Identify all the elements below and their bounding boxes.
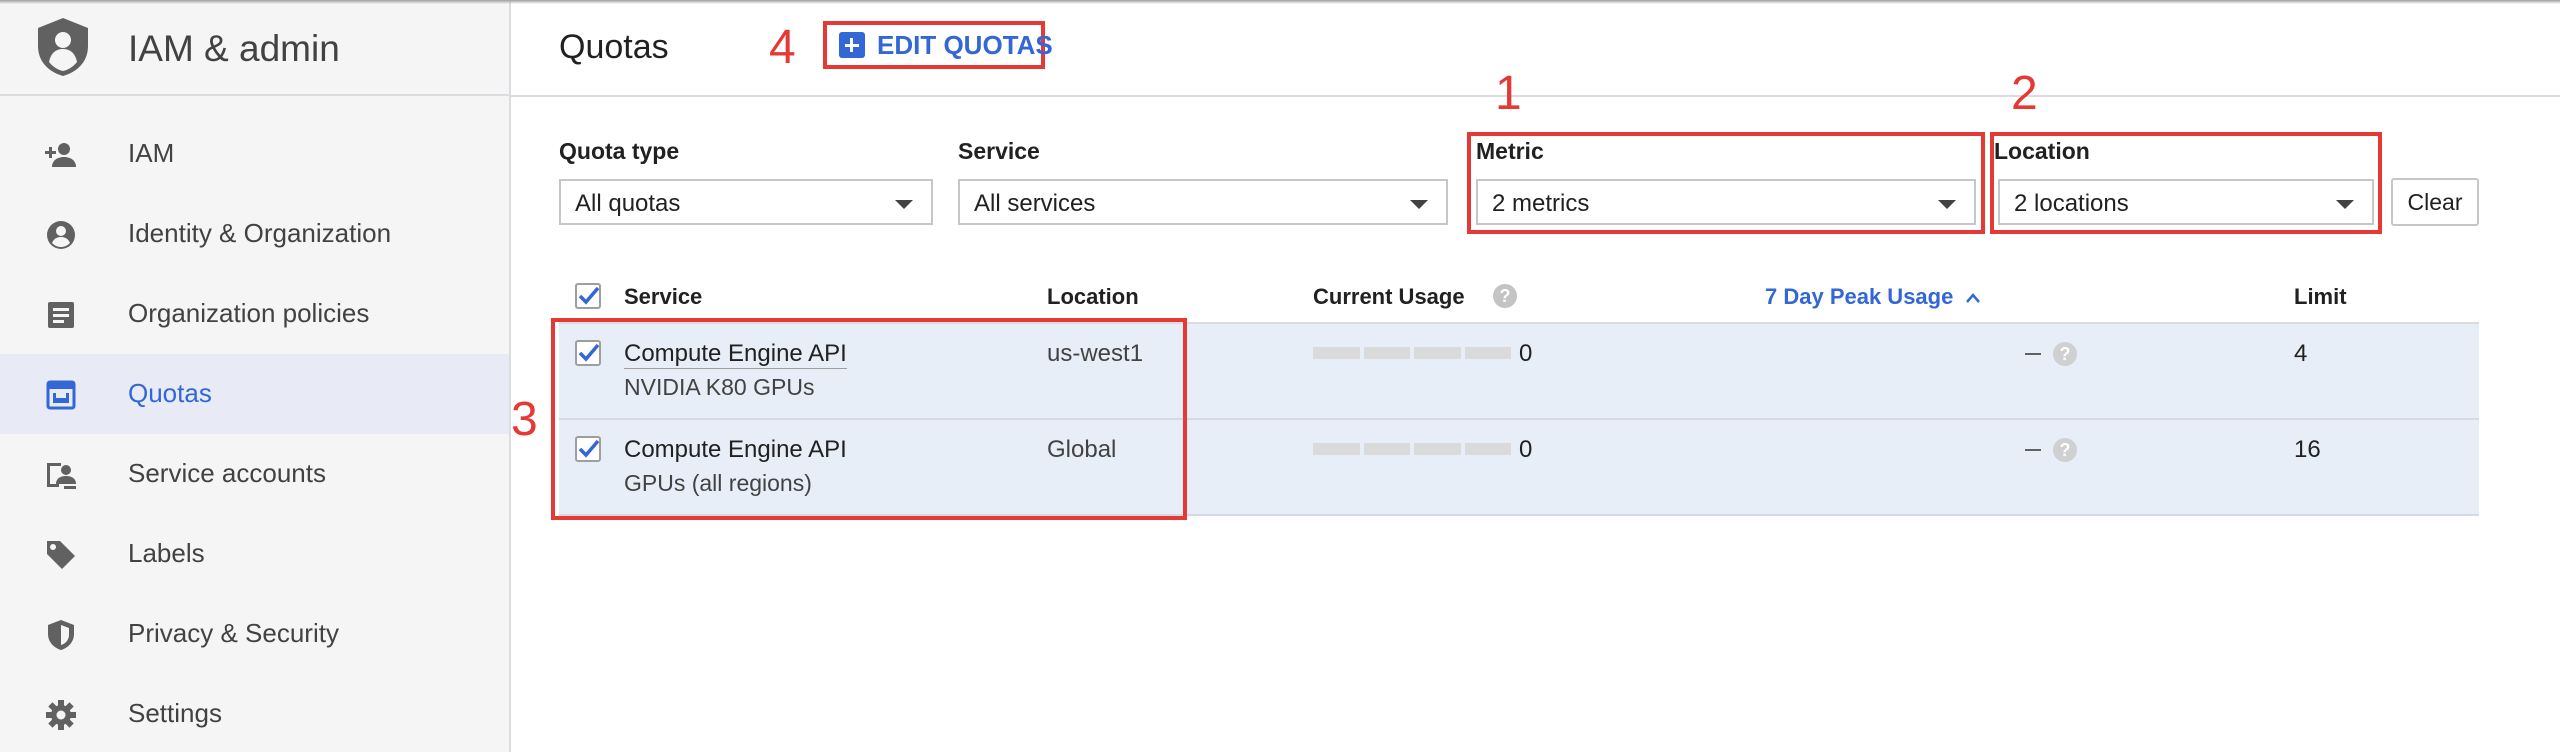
sidebar: IAM & admin IAM Identity & Organization bbox=[0, 0, 511, 752]
quota-type-value: All quotas bbox=[575, 190, 681, 217]
usage-progress-bar bbox=[1313, 347, 1511, 359]
sidebar-item-label: Quotas bbox=[128, 378, 212, 408]
peak-usage-dash bbox=[2025, 449, 2041, 451]
column-header-limit[interactable]: Limit bbox=[2294, 284, 2347, 310]
edit-quotas-label: EDIT QUOTAS bbox=[877, 29, 1053, 60]
current-usage-value: 0 bbox=[1519, 340, 1533, 367]
peak-usage-dash bbox=[2025, 353, 2041, 355]
annotation-2: 2 bbox=[2011, 67, 2038, 120]
sidebar-item-label: Settings bbox=[128, 698, 222, 728]
service-select[interactable]: All services bbox=[958, 179, 1448, 225]
annotation-3: 3 bbox=[511, 393, 538, 446]
sidebar-item-label: Identity & Organization bbox=[128, 218, 392, 248]
sidebar-item-label: Service accounts bbox=[128, 458, 326, 488]
sidebar-item-label: IAM bbox=[128, 138, 175, 168]
iam-shield-logo bbox=[38, 18, 88, 76]
shield-icon bbox=[48, 620, 74, 650]
rows-highlight-box bbox=[551, 318, 1187, 520]
sidebar-item-settings[interactable]: Settings bbox=[0, 674, 509, 752]
edit-quotas-button[interactable]: EDIT QUOTAS bbox=[823, 21, 1053, 69]
person-add-icon bbox=[45, 143, 76, 167]
limit-value: 16 bbox=[2294, 436, 2321, 463]
service-account-icon bbox=[47, 463, 76, 489]
help-icon[interactable]: ? bbox=[2053, 342, 2077, 366]
sort-ascending-icon bbox=[1966, 293, 1981, 304]
sidebar-item-privacy-security[interactable]: Privacy & Security bbox=[0, 594, 509, 674]
service-label: Service bbox=[958, 138, 1040, 164]
sidebar-item-service-accounts[interactable]: Service accounts bbox=[0, 434, 509, 514]
help-icon[interactable]: ? bbox=[1493, 284, 1517, 308]
column-header-peak-usage[interactable]: 7 Day Peak Usage bbox=[1765, 284, 1981, 310]
metric-value: 2 metrics bbox=[1492, 190, 1590, 217]
dropdown-arrow-icon bbox=[895, 200, 913, 209]
sidebar-nav: IAM Identity & Organization Organization… bbox=[0, 114, 509, 752]
sidebar-item-labels[interactable]: Labels bbox=[0, 514, 509, 594]
usage-progress-bar bbox=[1313, 443, 1511, 455]
quota-type-label: Quota type bbox=[559, 138, 680, 164]
quota-type-select[interactable]: All quotas bbox=[559, 179, 933, 225]
sidebar-item-quotas[interactable]: Quotas bbox=[0, 354, 509, 434]
column-header-location[interactable]: Location bbox=[1047, 284, 1139, 310]
top-shadow bbox=[0, 0, 2560, 4]
dropdown-arrow-icon bbox=[1410, 200, 1428, 209]
sidebar-item-label: Privacy & Security bbox=[128, 618, 339, 648]
column-header-service[interactable]: Service bbox=[624, 284, 702, 310]
main-content: Quotas 4 EDIT QUOTAS 1 2 3 Quota type Al… bbox=[511, 0, 2560, 752]
annotation-4: 4 bbox=[769, 21, 796, 74]
sidebar-item-identity-organization[interactable]: Identity & Organization bbox=[0, 194, 509, 274]
annotation-1: 1 bbox=[1495, 67, 1522, 120]
peak-usage-label: 7 Day Peak Usage bbox=[1765, 284, 1954, 309]
location-select[interactable]: 2 locations bbox=[1998, 179, 2374, 225]
sidebar-title: IAM & admin bbox=[128, 28, 340, 69]
location-value: 2 locations bbox=[2014, 190, 2129, 217]
sidebar-header: IAM & admin bbox=[0, 0, 509, 96]
gear-icon bbox=[46, 700, 76, 730]
add-box-icon bbox=[839, 32, 865, 58]
clear-button[interactable]: Clear bbox=[2391, 178, 2479, 226]
page-header: Quotas 4 EDIT QUOTAS bbox=[511, 0, 2560, 97]
account-circle-icon bbox=[47, 221, 75, 249]
page-title: Quotas bbox=[559, 28, 669, 66]
help-icon[interactable]: ? bbox=[2053, 438, 2077, 462]
service-value: All services bbox=[974, 190, 1096, 217]
dropdown-arrow-icon bbox=[1938, 200, 1956, 209]
quota-icon bbox=[46, 380, 76, 410]
select-all-checkbox[interactable] bbox=[575, 283, 601, 309]
policy-document-icon bbox=[48, 302, 74, 328]
limit-value: 4 bbox=[2294, 340, 2308, 367]
metric-label: Metric bbox=[1476, 138, 1544, 164]
sidebar-item-iam[interactable]: IAM bbox=[0, 114, 509, 194]
label-tag-icon bbox=[47, 541, 75, 569]
current-usage-value: 0 bbox=[1519, 436, 1533, 463]
sidebar-item-label: Labels bbox=[128, 538, 205, 568]
sidebar-item-organization-policies[interactable]: Organization policies bbox=[0, 274, 509, 354]
metric-select[interactable]: 2 metrics bbox=[1476, 179, 1976, 225]
column-header-current-usage[interactable]: Current Usage bbox=[1313, 284, 1465, 310]
location-label: Location bbox=[1994, 138, 2090, 164]
dropdown-arrow-icon bbox=[2336, 200, 2354, 209]
sidebar-item-label: Organization policies bbox=[128, 298, 370, 328]
